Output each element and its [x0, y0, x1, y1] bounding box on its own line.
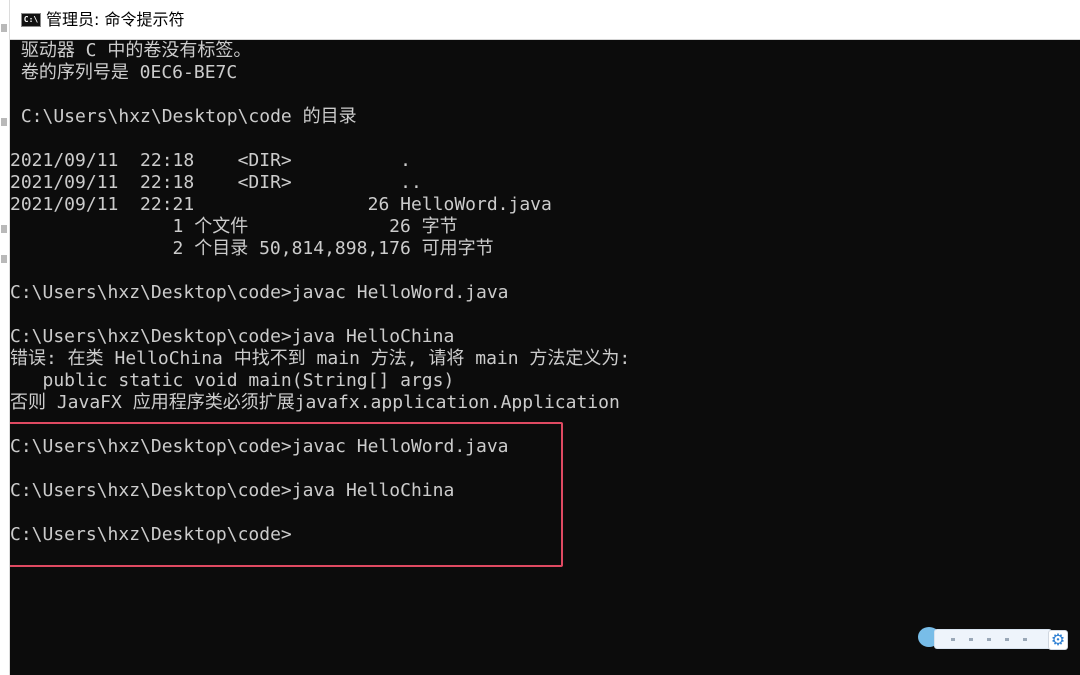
- window-title: 管理员: 命令提示符: [46, 9, 185, 29]
- toolbar-dot-icon: [969, 638, 973, 641]
- background-marker: [1, 24, 7, 32]
- console-line: C:\Users\hxz\Desktop\code>java HelloChin…: [10, 326, 455, 347]
- console-line: 1 个文件 26 字节: [10, 216, 458, 237]
- window-titlebar[interactable]: C:\ 管理员: 命令提示符: [10, 0, 1080, 40]
- toolbar-dot-icon: [987, 638, 991, 641]
- background-marker: [1, 255, 7, 263]
- console-line: 错误: 在类 HelloChina 中找不到 main 方法, 请将 main …: [10, 348, 631, 369]
- console-line: C:\Users\hxz\Desktop\code 的目录: [10, 106, 357, 127]
- console-line: 2021/09/11 22:21 26 HelloWord.java: [10, 194, 552, 215]
- floating-toolbar-widget[interactable]: ⚙: [918, 627, 1070, 652]
- highlight-annotation-box: [10, 422, 563, 567]
- gear-icon[interactable]: ⚙: [1048, 630, 1068, 650]
- floating-toolbar[interactable]: [934, 629, 1052, 649]
- console-line: 否则 JavaFX 应用程序类必须扩展javafx.application.Ap…: [10, 392, 620, 413]
- desktop-screen: C:\ 管理员: 命令提示符 驱动器 C 中的卷没有标签。 卷的序列号是 0EC…: [0, 0, 1080, 675]
- console-line: 2021/09/11 22:18 <DIR> .: [10, 150, 411, 171]
- console-line: 2 个目录 50,814,898,176 可用字节: [10, 238, 494, 259]
- cmd-icon: C:\: [21, 12, 41, 27]
- console-line: 2021/09/11 22:18 <DIR> ..: [10, 172, 422, 193]
- console-line: 卷的序列号是 0EC6-BE7C: [10, 62, 238, 83]
- console-line: 驱动器 C 中的卷没有标签。: [10, 40, 252, 61]
- background-marker: [1, 118, 7, 126]
- background-window-edge: [0, 0, 10, 675]
- command-prompt-window[interactable]: C:\ 管理员: 命令提示符 驱动器 C 中的卷没有标签。 卷的序列号是 0EC…: [10, 0, 1080, 675]
- toolbar-dot-icon: [951, 638, 955, 641]
- console-line: C:\Users\hxz\Desktop\code>javac HelloWor…: [10, 282, 509, 303]
- toolbar-dot-icon: [1005, 638, 1009, 641]
- background-marker: [1, 225, 7, 233]
- console-line: public static void main(String[] args): [10, 370, 455, 391]
- console-output-area[interactable]: 驱动器 C 中的卷没有标签。 卷的序列号是 0EC6-BE7C C:\Users…: [10, 40, 1080, 675]
- toolbar-dot-icon: [1023, 638, 1027, 641]
